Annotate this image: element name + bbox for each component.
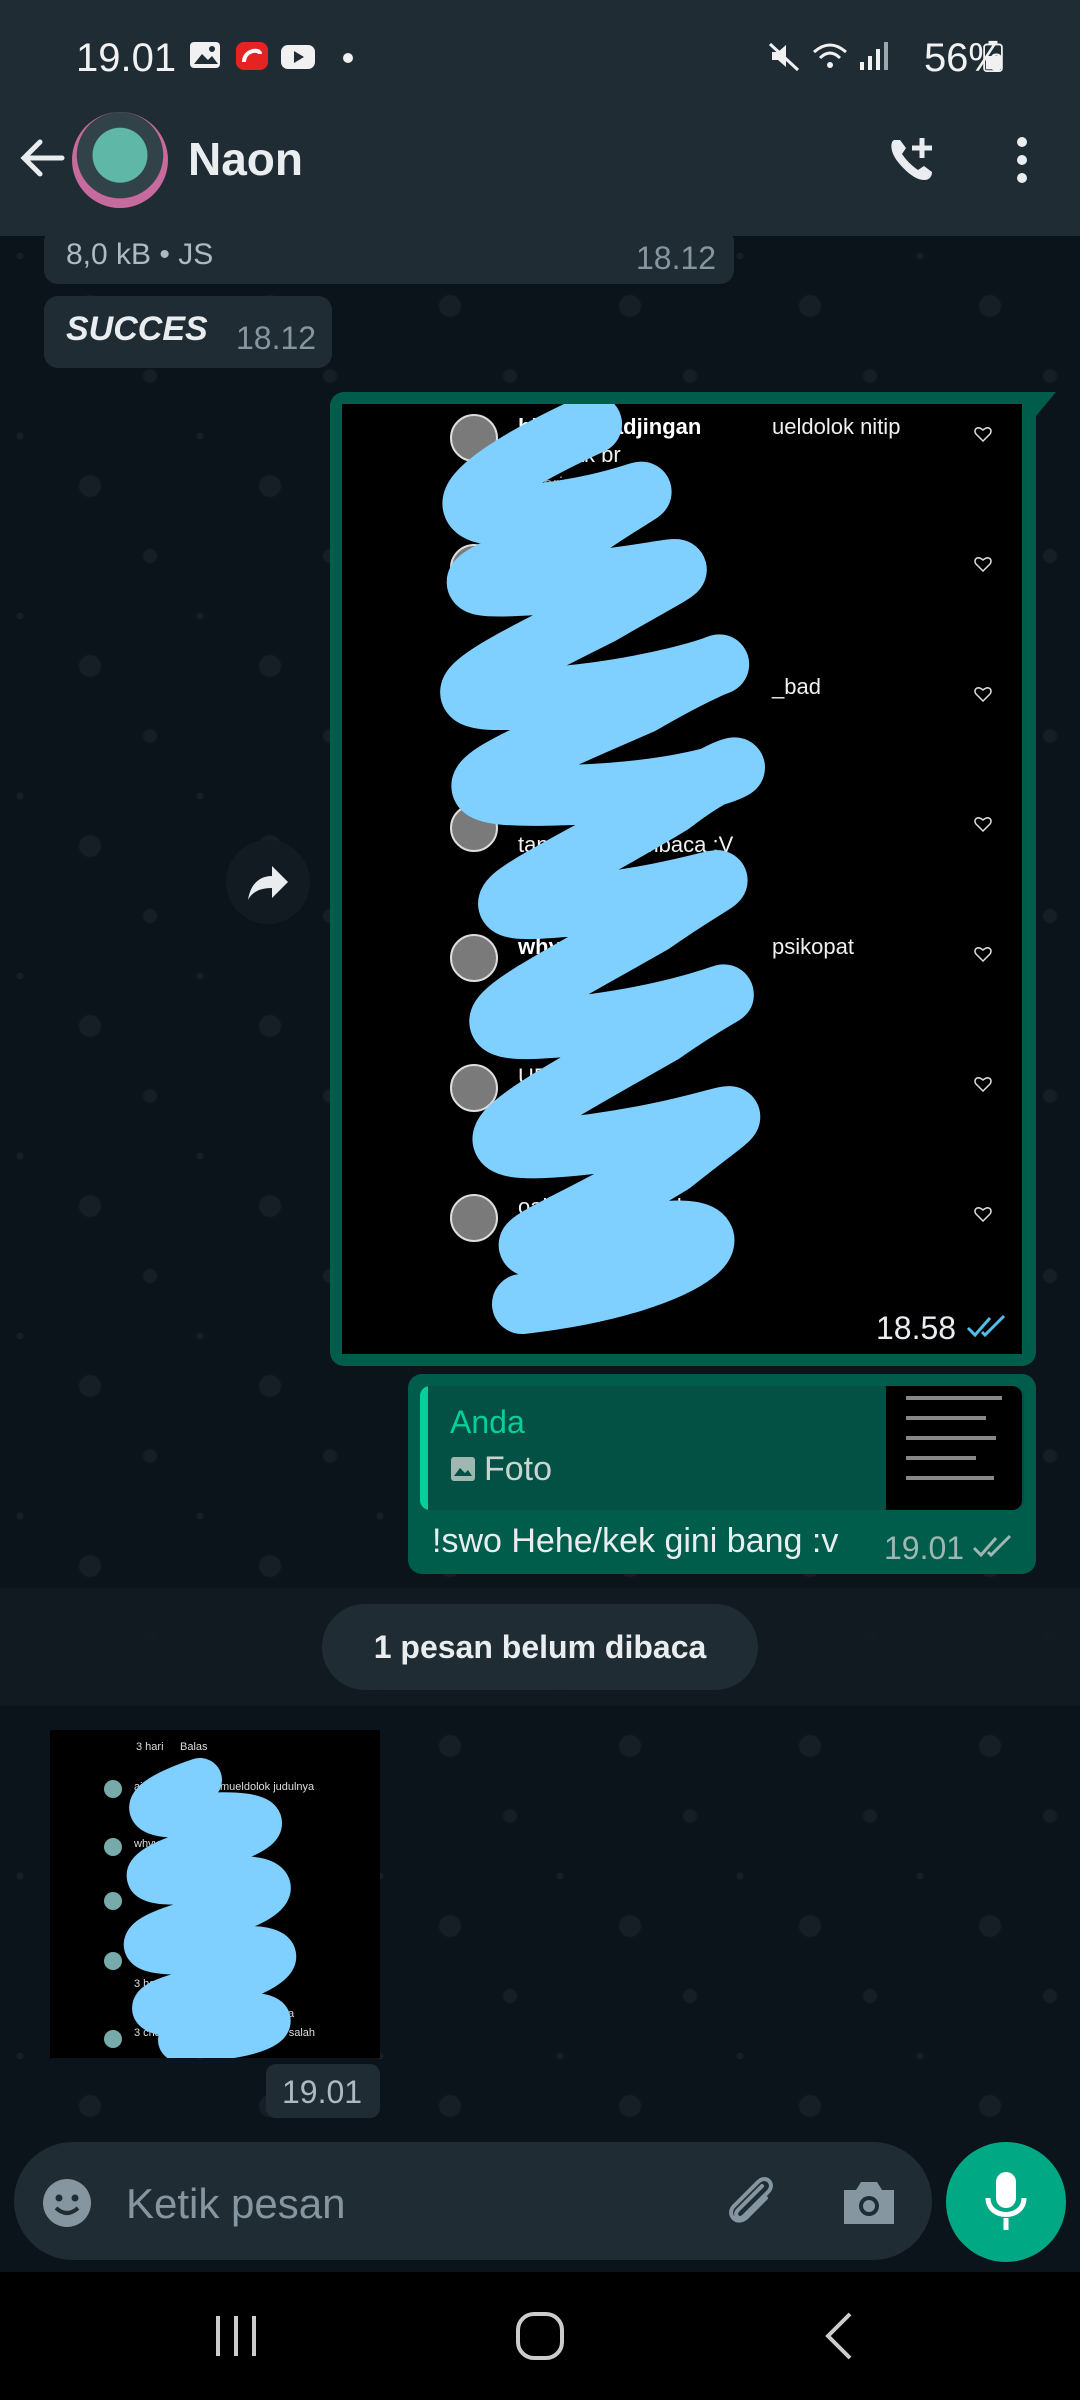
delivered-receipt-icon [972, 1534, 1012, 1558]
quoted-author: Anda [450, 1404, 525, 1440]
scribble-overlay [440, 404, 765, 1334]
forward-button[interactable] [226, 840, 310, 924]
message-time: 19.01 [282, 2074, 363, 2110]
avatar[interactable] [72, 112, 168, 208]
mute-icon [768, 42, 800, 72]
scribble-overlay [123, 1758, 297, 2058]
youtube-icon [281, 45, 315, 69]
message-time: 19.01 [884, 1530, 965, 1566]
file-meta: 8,0 kB • JS [66, 238, 214, 271]
home-icon[interactable] [512, 2310, 568, 2362]
mic-icon [985, 2172, 1027, 2230]
signal-icon [860, 42, 888, 70]
message-text: SUCCES [66, 310, 208, 348]
message-time: 18.12 [236, 320, 317, 356]
wifi-icon [813, 43, 847, 68]
quoted-type: Foto [484, 1450, 553, 1488]
add-call-icon[interactable] [884, 132, 940, 188]
gallery-icon [190, 42, 220, 68]
back-arrow-icon[interactable] [18, 134, 66, 182]
more-vert-icon[interactable] [1004, 132, 1040, 188]
camera-icon[interactable] [840, 2176, 898, 2228]
battery-icon [983, 40, 1003, 72]
photo-icon [451, 1457, 475, 1481]
emoji-icon[interactable] [40, 2176, 94, 2230]
bubble-tail [1020, 392, 1056, 416]
contact-name[interactable]: Naon [188, 132, 303, 186]
quoted-thumbnail [886, 1386, 1022, 1510]
attach-icon[interactable] [722, 2172, 778, 2232]
dot-icon [343, 53, 353, 63]
read-receipt-icon [966, 1314, 1006, 1338]
telkomsel-icon [236, 42, 268, 70]
forward-icon [248, 866, 288, 900]
message-text: !swo Hehe/kek gini bang :v [432, 1522, 839, 1560]
message-time: 18.12 [636, 240, 717, 276]
message-time: 18.58 [876, 1310, 957, 1346]
message-input[interactable]: Ketik pesan [126, 2180, 345, 2228]
recent-apps-icon[interactable] [208, 2312, 264, 2360]
back-icon[interactable] [820, 2310, 860, 2362]
unread-notice: 1 pesan belum dibaca [322, 1604, 758, 1690]
mic-button[interactable] [946, 2142, 1066, 2262]
status-time: 19.01 [76, 36, 177, 80]
